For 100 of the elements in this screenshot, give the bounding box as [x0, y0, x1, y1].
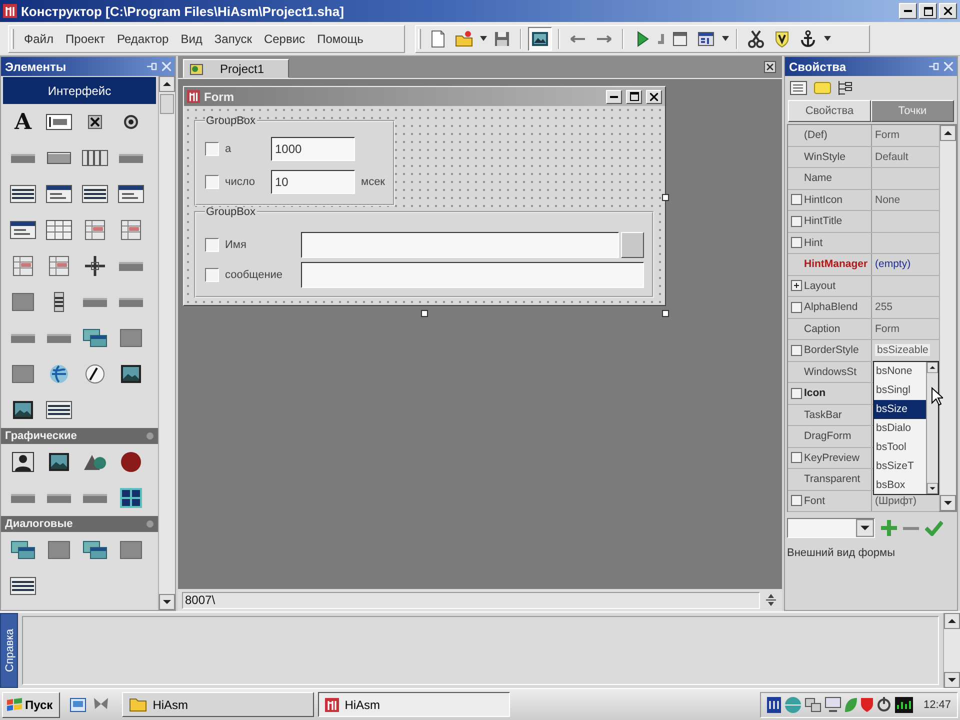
windows-icon[interactable]	[9, 538, 37, 562]
property-value[interactable]: Default	[875, 150, 908, 163]
menu-item[interactable]: Запуск	[208, 32, 258, 46]
property-checkbox[interactable]	[791, 194, 802, 206]
window-icon[interactable]	[9, 218, 37, 242]
property-row[interactable]: (Def) Form	[788, 125, 939, 146]
scrollbar[interactable]	[943, 613, 960, 688]
bars-tile-icon[interactable]	[767, 696, 782, 712]
property-row[interactable]: HintIcon None	[788, 190, 939, 211]
list-icon[interactable]	[9, 182, 37, 206]
checkbox[interactable]	[205, 268, 219, 282]
maximize-button[interactable]	[919, 3, 937, 19]
property-value[interactable]: (Шрифт)	[875, 494, 917, 507]
list-window-icon[interactable]	[790, 81, 807, 95]
palette-tab[interactable]: Диалоговые	[1, 516, 158, 532]
dropdown-option[interactable]: bsNone	[874, 362, 926, 381]
square-button[interactable]	[621, 232, 644, 258]
scroll-up-button[interactable]	[159, 76, 175, 92]
start-button[interactable]: Пуск	[2, 692, 60, 718]
menu-item[interactable]: Редактор	[111, 32, 175, 46]
grid-icon[interactable]	[45, 218, 73, 242]
person-icon[interactable]	[9, 450, 37, 474]
text-field[interactable]	[301, 232, 619, 258]
minimize-button[interactable]	[899, 3, 917, 19]
scrollbar[interactable]	[939, 125, 956, 511]
property-checkbox[interactable]	[791, 302, 802, 313]
scroll-down-button[interactable]	[927, 483, 938, 494]
checkbox[interactable]	[205, 175, 219, 189]
scrollbar[interactable]	[926, 362, 938, 494]
menu-item[interactable]: Файл	[18, 32, 60, 46]
plus-box-icon[interactable]	[791, 280, 802, 292]
maximize-button[interactable]	[626, 90, 642, 104]
monitor-icon[interactable]	[825, 697, 842, 712]
property-checkbox[interactable]	[791, 388, 802, 399]
property-row[interactable]: AlphaBlend 255	[788, 297, 939, 318]
scroll-up-button[interactable]	[940, 125, 956, 141]
network-icon[interactable]	[805, 698, 822, 712]
desktop-icon[interactable]	[70, 698, 86, 712]
dropdown-option[interactable]: bsSize	[874, 400, 926, 419]
form-window[interactable]: Form GroupBox а 1000 число 10 мсек GroupBox Имя сообщение	[183, 86, 666, 306]
scroll-down-button[interactable]	[944, 672, 960, 688]
scrollbar[interactable]	[158, 76, 175, 610]
checkmark-icon[interactable]	[925, 520, 943, 536]
meter-icon[interactable]	[895, 696, 914, 712]
toolbar-button[interactable]	[528, 26, 552, 50]
panel-tab[interactable]: Свойства	[788, 100, 871, 122]
tiles-icon[interactable]	[117, 486, 145, 510]
windows-icon[interactable]	[81, 538, 109, 562]
property-row[interactable]: WinStyle Default	[788, 146, 939, 168]
leaf-icon[interactable]	[845, 698, 858, 712]
close-button[interactable]	[939, 3, 957, 19]
window-icon[interactable]	[117, 182, 145, 206]
minimize-button[interactable]	[606, 90, 622, 104]
menu-item[interactable]: Вид	[174, 32, 208, 46]
property-checkbox[interactable]	[791, 495, 802, 506]
square-icon[interactable]	[9, 290, 37, 314]
text-field[interactable]: 1000	[271, 137, 355, 161]
list-icon[interactable]	[9, 574, 37, 598]
tree-icon[interactable]	[838, 80, 852, 96]
bowtie-icon[interactable]	[94, 698, 108, 710]
up-down-arrows-icon[interactable]	[766, 594, 776, 606]
palette-tab[interactable]: Графические	[1, 428, 158, 444]
taskbar-button[interactable]: HiAsm	[318, 692, 510, 717]
property-row[interactable]: Caption Form	[788, 318, 939, 340]
shield-icon[interactable]	[861, 698, 874, 712]
property-row[interactable]: BorderStyle bsSizeable	[788, 340, 939, 362]
label-tool[interactable]: A	[14, 110, 32, 134]
square-icon[interactable]	[45, 538, 73, 562]
window-icon[interactable]	[45, 182, 73, 206]
property-row[interactable]: Layout	[788, 276, 939, 297]
menu-item[interactable]: Проект	[60, 32, 112, 46]
combo-box[interactable]	[787, 518, 875, 538]
taskbar-button[interactable]: HiAsm	[122, 692, 314, 717]
close-icon[interactable]	[764, 61, 776, 73]
property-value[interactable]: (empty)	[875, 258, 911, 270]
property-checkbox[interactable]	[791, 344, 802, 356]
close-button[interactable]	[646, 90, 662, 104]
property-row[interactable]: Name	[788, 168, 939, 190]
property-row[interactable]: Hint	[788, 232, 939, 254]
property-checkbox[interactable]	[791, 216, 802, 227]
square-icon[interactable]	[9, 362, 37, 386]
property-checkbox[interactable]	[791, 452, 802, 464]
scroll-down-button[interactable]	[159, 594, 175, 610]
property-row[interactable]: HintManager (empty)	[788, 254, 939, 276]
menu-item[interactable]: Сервис	[258, 32, 312, 46]
property-value[interactable]: Form	[875, 322, 900, 335]
property-value[interactable]: 255	[875, 301, 893, 314]
property-value[interactable]: None	[875, 194, 900, 206]
scroll-up-button[interactable]	[927, 362, 938, 373]
scroll-down-button[interactable]	[940, 495, 956, 511]
checkbox[interactable]	[205, 238, 219, 252]
dropdown-button[interactable]	[856, 519, 874, 537]
document-tab[interactable]: Project1	[183, 59, 289, 78]
square-icon[interactable]	[117, 326, 145, 350]
list-icon[interactable]	[81, 182, 109, 206]
resize-handle[interactable]	[421, 310, 428, 317]
pin-icon[interactable]	[929, 62, 939, 71]
dock-tab[interactable]: Справка	[0, 613, 18, 688]
property-value[interactable]: Form	[875, 129, 900, 142]
property-row[interactable]: HintTitle	[788, 211, 939, 232]
